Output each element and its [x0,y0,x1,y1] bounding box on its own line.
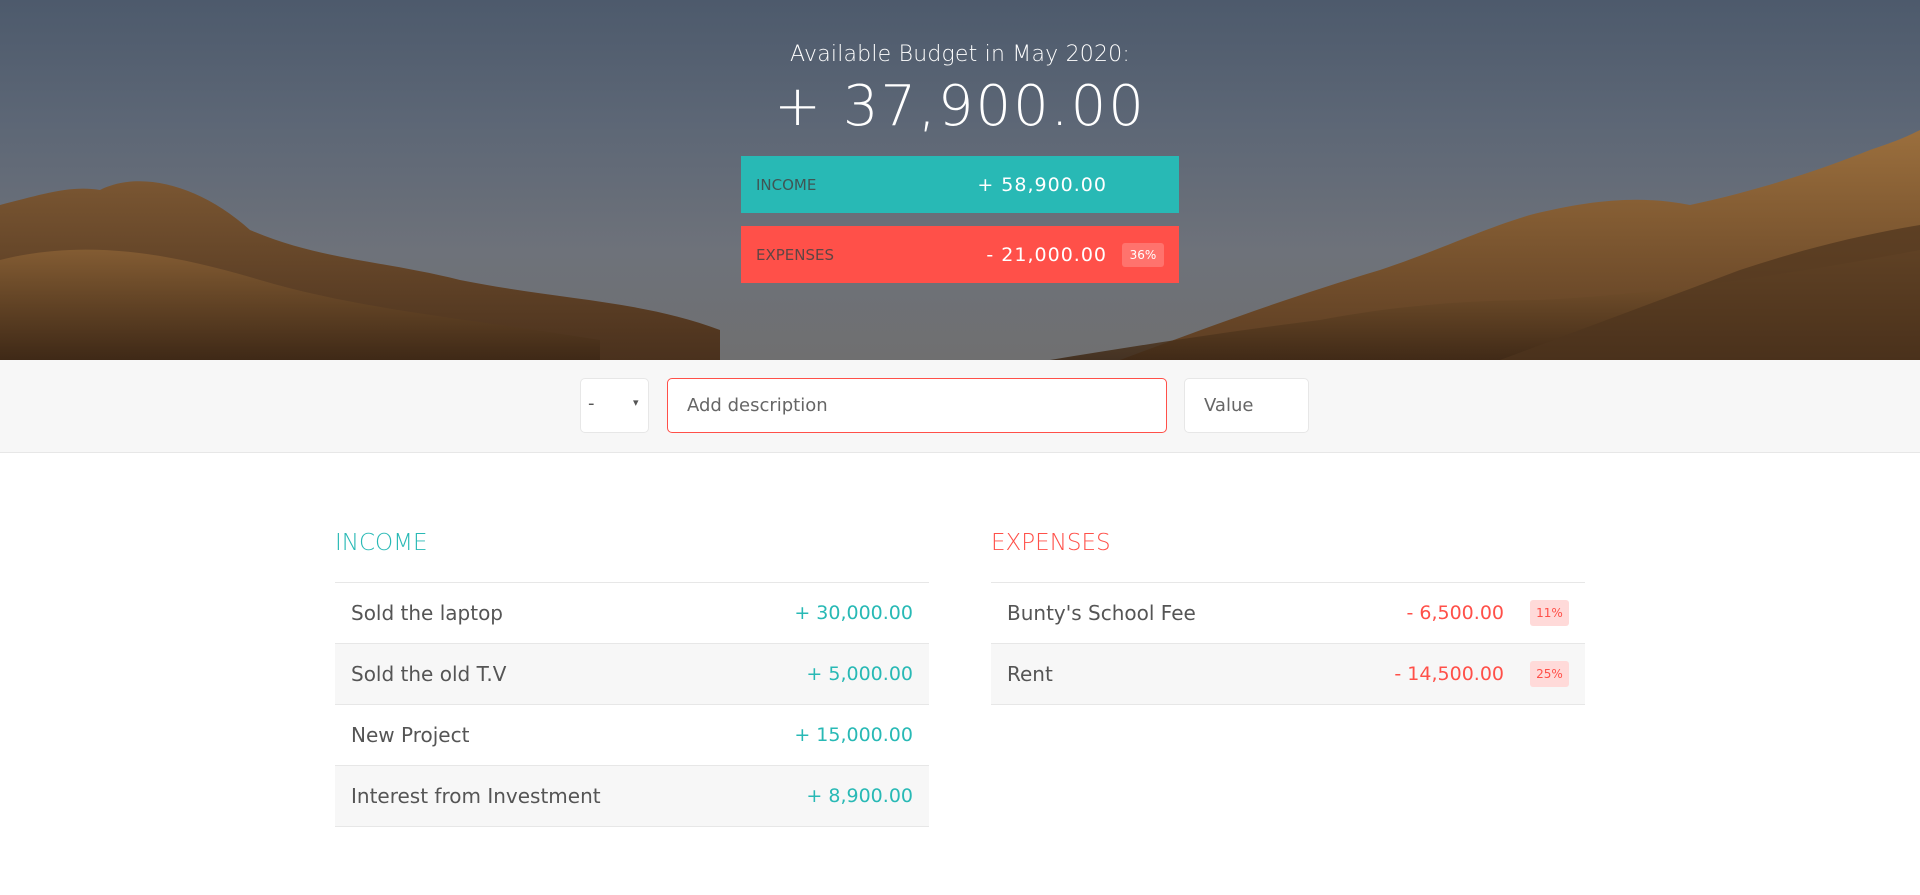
budget-title: Available Budget in May 2020: [790,42,1130,67]
income-item[interactable]: New Project + 15,000.00 [335,705,929,766]
lists-container: Income Sold the laptop + 30,000.00 Sold … [0,453,1920,895]
expenses-list-title: Expenses [991,530,1111,556]
item-value: - 6,500.00 [1406,602,1504,624]
income-list: Sold the laptop + 30,000.00 Sold the old… [335,582,929,827]
expenses-list-section: Expenses Bunty's School Fee - 6,500.00 1… [991,528,1585,705]
expenses-summary: Expenses - 21,000.00 36% [741,226,1179,283]
item-value: + 15,000.00 [794,724,913,746]
add-item-container: - ▾ [0,360,1920,453]
income-list-section: Income Sold the laptop + 30,000.00 Sold … [335,528,929,827]
item-value: - 14,500.00 [1394,663,1504,685]
expense-item[interactable]: Rent - 14,500.00 25% [991,644,1585,705]
expenses-percentage-badge: 36% [1122,242,1164,267]
add-item-bar: - ▾ [0,360,1920,453]
income-list-title: Income [335,530,428,556]
available-budget-value: + 37,900.00 [774,74,1146,139]
type-select-value: - [588,393,595,414]
item-percentage-badge: 25% [1530,661,1569,687]
type-select[interactable]: - ▾ [580,378,649,433]
expenses-summary-value: - 21,000.00 [986,243,1107,266]
income-summary-value: + 58,900.00 [977,173,1107,196]
income-summary: Income + 58,900.00 [741,156,1179,213]
budget-header: Available Budget in May 2020: + 37,900.0… [0,0,1920,360]
expenses-list: Bunty's School Fee - 6,500.00 11% Rent -… [991,582,1585,705]
value-input[interactable] [1184,378,1309,433]
item-value: + 30,000.00 [794,602,913,624]
budget-summary: Available Budget in May 2020: + 37,900.0… [740,0,1180,283]
item-percentage-badge: 11% [1530,600,1569,626]
income-item[interactable]: Sold the laptop + 30,000.00 [335,583,929,644]
expense-item[interactable]: Bunty's School Fee - 6,500.00 11% [991,583,1585,644]
item-value: + 5,000.00 [806,663,913,685]
income-item[interactable]: Sold the old T.V + 5,000.00 [335,644,929,705]
description-input[interactable] [667,378,1167,433]
income-item[interactable]: Interest from Investment + 8,900.00 [335,766,929,827]
item-value: + 8,900.00 [806,785,913,807]
chevron-down-icon: ▾ [633,396,639,409]
